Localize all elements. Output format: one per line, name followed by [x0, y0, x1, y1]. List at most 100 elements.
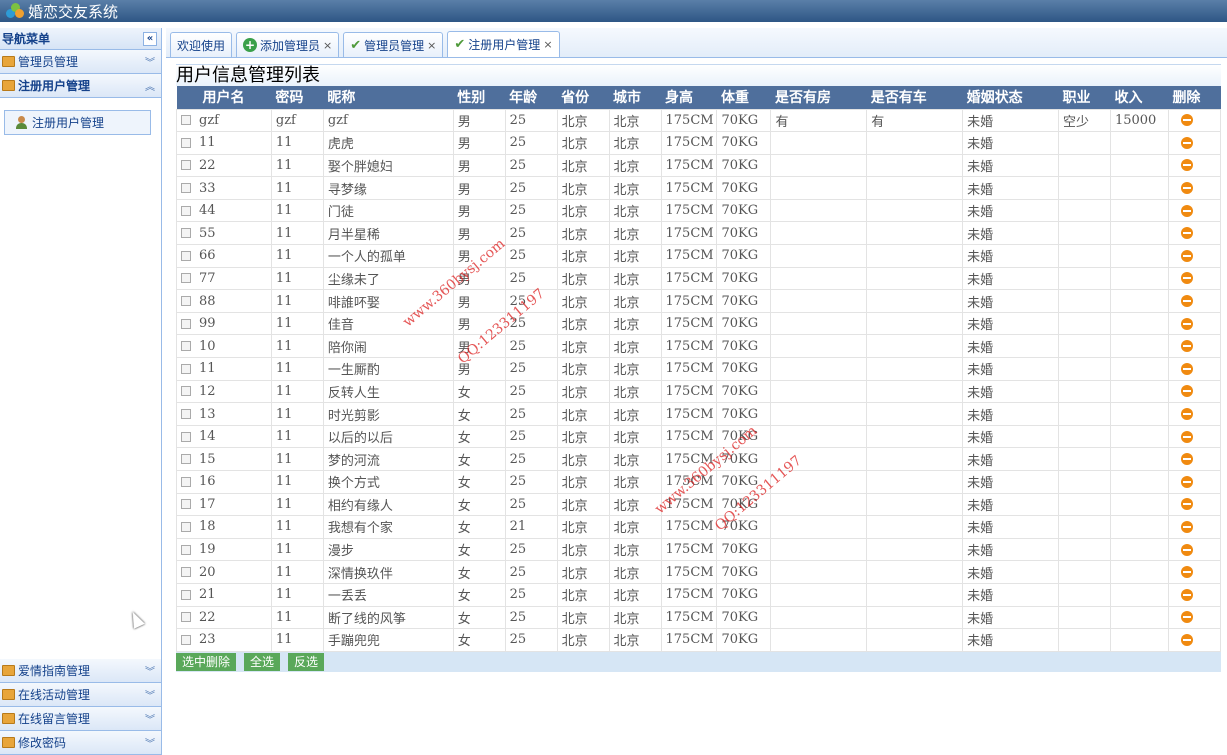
delete-icon[interactable]	[1180, 114, 1193, 127]
table-cell: 11	[270, 311, 324, 336]
row-checkbox[interactable]	[181, 205, 191, 216]
delete-icon[interactable]	[1180, 317, 1193, 330]
delete-icon[interactable]	[1180, 227, 1193, 240]
table-cell: 相约有缘人	[322, 492, 454, 517]
delete-icon[interactable]	[1180, 520, 1193, 533]
accordion-admin-management[interactable]: 管理员管理 ︾	[0, 50, 161, 74]
delete-icon[interactable]	[1180, 159, 1193, 172]
delete-icon[interactable]	[1180, 611, 1193, 624]
accordion-online-activity[interactable]: 在线活动管理 ︾	[0, 683, 161, 707]
table-cell: 11	[270, 537, 324, 562]
accordion-user-management[interactable]: 注册用户管理 ︽	[0, 74, 161, 98]
row-checkbox[interactable]	[181, 341, 191, 352]
delete-cell	[1167, 605, 1222, 630]
table-cell: 11	[270, 628, 324, 652]
table-cell: 女	[452, 537, 506, 562]
row-checkbox[interactable]	[181, 296, 191, 307]
accordion-online-messages[interactable]: 在线留言管理 ︾	[0, 707, 161, 731]
table-cell	[866, 334, 964, 359]
delete-icon[interactable]	[1180, 543, 1193, 556]
table-cell: 娶个胖媳妇	[322, 153, 454, 178]
row-checkbox[interactable]	[181, 431, 191, 442]
cell-text: 44	[199, 203, 216, 219]
username-cell: 44	[176, 198, 272, 223]
close-icon[interactable]: ×	[427, 39, 436, 52]
table-cell: 北京	[556, 108, 610, 133]
tab-registered-users[interactable]: ✔ 注册用户管理 ×	[447, 31, 560, 57]
delete-icon[interactable]	[1180, 385, 1193, 398]
app-logo-icon	[6, 3, 24, 19]
table-cell: 25	[504, 492, 558, 517]
table-cell: 11	[270, 560, 324, 584]
delete-icon[interactable]	[1180, 408, 1193, 421]
row-checkbox[interactable]	[181, 567, 191, 578]
row-checkbox[interactable]	[181, 318, 191, 329]
row-checkbox[interactable]	[181, 160, 191, 171]
delete-icon[interactable]	[1180, 295, 1193, 308]
row-checkbox[interactable]	[181, 544, 191, 555]
row-checkbox[interactable]	[181, 612, 191, 623]
row-checkbox[interactable]	[181, 521, 191, 532]
select-all-button[interactable]: 全选	[244, 652, 281, 671]
delete-icon[interactable]	[1180, 498, 1193, 511]
table-cell: 25	[504, 334, 558, 359]
row-checkbox[interactable]	[181, 386, 191, 397]
table-row: 33 11 寻梦缘男 25 北京 北京 175CM 70KG 未婚	[176, 176, 1222, 200]
tab-welcome[interactable]: 欢迎使用	[170, 32, 233, 57]
delete-icon[interactable]	[1180, 430, 1193, 443]
invert-select-button[interactable]: 反选	[288, 652, 325, 671]
table-cell: 25	[504, 244, 558, 268]
delete-icon[interactable]	[1180, 453, 1193, 466]
delete-icon[interactable]	[1180, 340, 1193, 353]
delete-cell	[1167, 447, 1222, 471]
table-cell: 11	[270, 334, 324, 359]
row-checkbox[interactable]	[181, 363, 191, 374]
user-table: 用户名 密码 昵称 性别 年龄 省份 城市 身高 体重 是否有房 是否有车 婚姻状态 职业 收入 删除 gz…	[176, 86, 1222, 652]
column-header: 城市	[609, 86, 661, 109]
delete-icon[interactable]	[1180, 182, 1193, 195]
row-checkbox[interactable]	[181, 115, 191, 126]
row-checkbox[interactable]	[181, 137, 191, 148]
table-cell: 11	[270, 402, 324, 426]
table-cell	[866, 447, 964, 471]
table-cell: 北京	[556, 424, 610, 449]
row-checkbox[interactable]	[181, 499, 191, 510]
delete-icon[interactable]	[1180, 566, 1193, 579]
row-checkbox[interactable]	[181, 183, 191, 194]
delete-selected-button[interactable]: 选中删除	[176, 652, 237, 671]
accordion-change-password[interactable]: 修改密码 ︾	[0, 731, 161, 755]
collapse-sidebar-icon[interactable]: «	[143, 31, 157, 46]
tab-add-admin[interactable]: + 添加管理员 ×	[236, 32, 340, 57]
column-header: 昵称	[323, 86, 454, 109]
delete-icon[interactable]	[1180, 136, 1193, 149]
delete-icon[interactable]	[1180, 249, 1193, 262]
sidebar-item-registered-users[interactable]: 注册用户管理	[4, 110, 151, 135]
table-cell: 未婚	[962, 628, 1060, 652]
close-icon[interactable]: ×	[543, 38, 552, 51]
delete-icon[interactable]	[1180, 588, 1193, 601]
delete-icon[interactable]	[1180, 362, 1193, 375]
column-header: 密码	[271, 86, 324, 109]
table-cell: 有	[866, 108, 964, 133]
delete-icon[interactable]	[1180, 475, 1193, 488]
table-cell: 11	[270, 515, 324, 539]
row-checkbox[interactable]	[181, 589, 191, 600]
row-checkbox[interactable]	[181, 273, 191, 284]
row-checkbox[interactable]	[181, 476, 191, 487]
delete-icon[interactable]	[1180, 633, 1193, 646]
table-cell: 11	[270, 492, 324, 517]
table-cell	[866, 537, 964, 562]
row-checkbox[interactable]	[181, 250, 191, 261]
tab-admin-management[interactable]: ✔ 管理员管理 ×	[343, 32, 444, 57]
table-row: 23 11 手蹦兜兜女 25 北京 北京 175CM 70KG 未婚	[176, 628, 1222, 652]
row-checkbox[interactable]	[181, 228, 191, 239]
close-icon[interactable]: ×	[323, 39, 332, 52]
row-checkbox[interactable]	[181, 409, 191, 420]
accordion-love-guide[interactable]: 爱情指南管理 ︾	[0, 659, 161, 683]
delete-icon[interactable]	[1180, 204, 1193, 217]
delete-icon[interactable]	[1180, 272, 1193, 285]
row-checkbox[interactable]	[181, 454, 191, 465]
row-checkbox[interactable]	[181, 634, 191, 645]
username-cell: 19	[176, 537, 272, 562]
table-cell	[1109, 198, 1169, 223]
